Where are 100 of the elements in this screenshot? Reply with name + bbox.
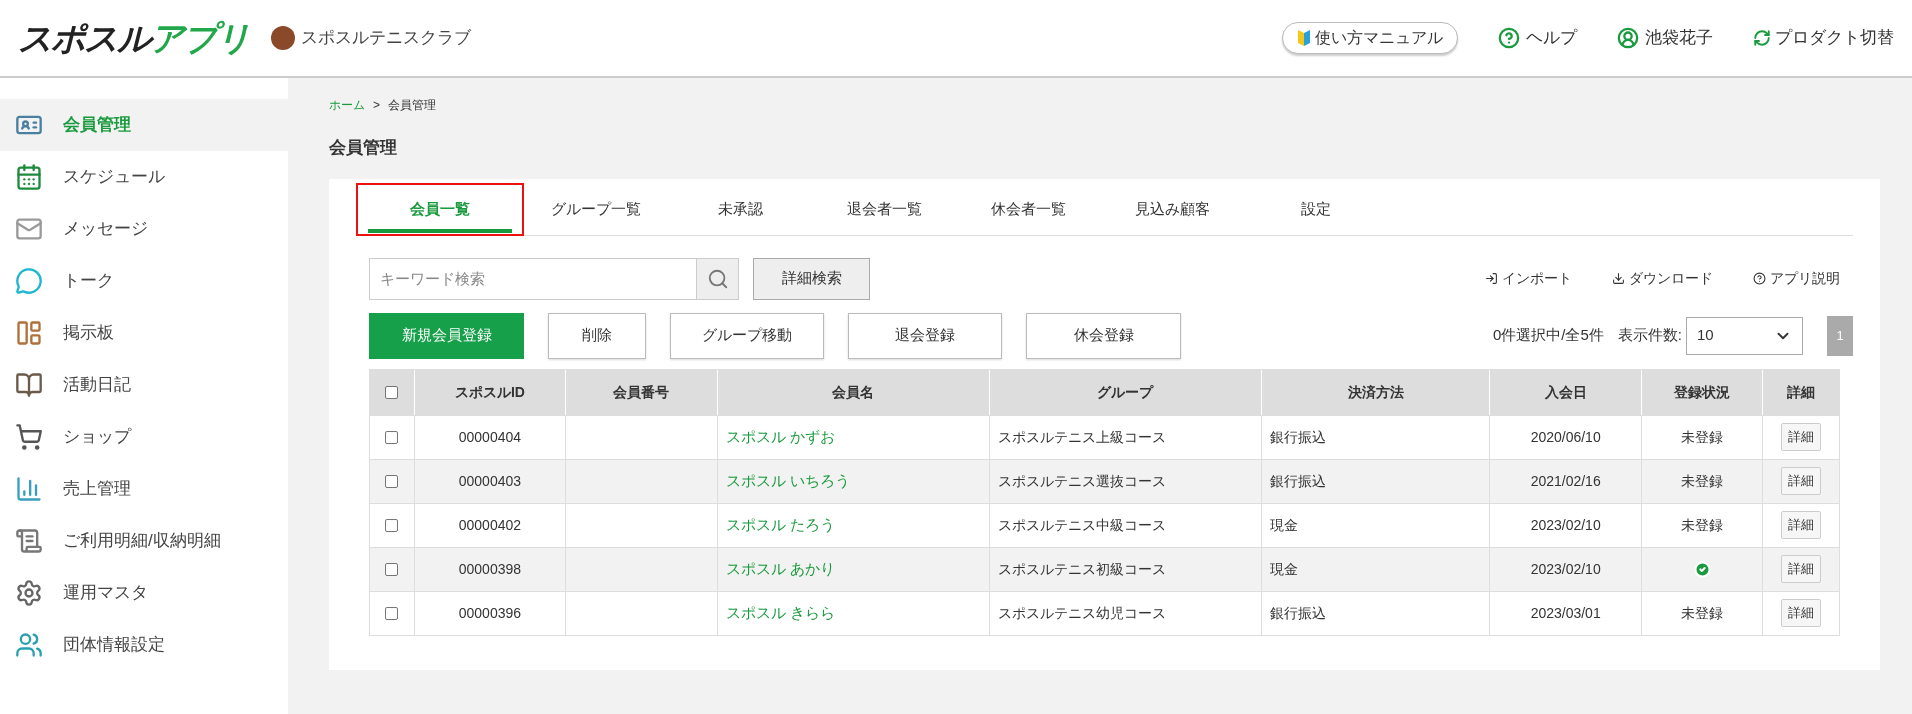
status-text: 未登録	[1681, 515, 1724, 535]
product-switch-link[interactable]: プロダクト切替	[1753, 25, 1894, 51]
table-cell: 銀行振込	[1262, 415, 1491, 459]
checkbox[interactable]	[385, 518, 399, 532]
detail-button[interactable]: 詳細	[1781, 555, 1821, 583]
tab[interactable]: 未承認	[668, 182, 812, 236]
column-header: スポスルID	[414, 369, 566, 415]
table-cell: 00000398	[414, 547, 566, 591]
import-icon	[1485, 272, 1498, 285]
user-icon	[1617, 27, 1639, 49]
chat-bubble-icon	[15, 267, 43, 295]
breadcrumb-current: 会員管理	[388, 97, 436, 114]
sidebar-item[interactable]: ご利用明細/収納明細	[0, 515, 288, 567]
sidebar-item[interactable]: 団体情報設定	[0, 619, 288, 671]
detail-button[interactable]: 詳細	[1781, 511, 1821, 539]
detail-button[interactable]: 詳細	[1781, 599, 1821, 627]
receipt-icon	[15, 527, 43, 555]
advanced-search-button[interactable]: 詳細検索	[753, 257, 870, 300]
page-title: 会員管理	[329, 137, 398, 159]
sidebar-item[interactable]: 活動日記	[0, 359, 288, 411]
column-header: 登録状況	[1642, 369, 1764, 415]
tab[interactable]: 会員一覧	[356, 182, 524, 236]
action-button[interactable]: グループ移動	[670, 312, 824, 359]
table-cell: 2023/02/10	[1490, 503, 1643, 547]
table-cell: 2021/02/16	[1490, 459, 1643, 503]
calendar-icon	[15, 163, 43, 191]
search-icon	[706, 267, 729, 290]
action-button[interactable]: 休会登録	[1026, 312, 1181, 359]
download-icon	[1612, 272, 1625, 285]
sidebar-item[interactable]: 掲示板	[0, 307, 288, 359]
column-header: 会員番号	[565, 369, 718, 415]
search-button[interactable]	[697, 257, 739, 300]
table-cell: 00000396	[414, 591, 566, 635]
column-header: 会員名	[717, 369, 990, 415]
table-cell: 2020/06/10	[1490, 415, 1643, 459]
table-cell: 2023/02/10	[1490, 547, 1643, 591]
checkbox[interactable]	[385, 385, 399, 399]
sidebar-item[interactable]: メッセージ	[0, 203, 288, 255]
tab[interactable]: 見込み顧客	[1100, 182, 1244, 236]
table-cell: 00000403	[414, 459, 566, 503]
help-icon	[1498, 27, 1520, 49]
tab[interactable]: 休会者一覧	[956, 182, 1100, 236]
page-size-select[interactable]: 10	[1686, 316, 1803, 355]
table-cell: 2023/03/01	[1490, 591, 1643, 635]
table-cell: 00000402	[414, 503, 566, 547]
action-button[interactable]: 削除	[548, 312, 646, 359]
table-cell: スポスルテニス幼児コース	[989, 591, 1263, 635]
table-cell: 銀行振込	[1262, 459, 1491, 503]
table-cell: 現金	[1262, 503, 1491, 547]
sidebar-item[interactable]: 売上管理	[0, 463, 288, 515]
bar-chart-icon	[15, 475, 43, 503]
detail-button[interactable]: 詳細	[1781, 423, 1821, 451]
sidebar-item[interactable]: 運用マスタ	[0, 567, 288, 619]
toolbar-link[interactable]: インポート	[1485, 268, 1572, 289]
status-text: 未登録	[1681, 427, 1724, 447]
status-text: 未登録	[1681, 603, 1724, 623]
tab[interactable]: グループ一覧	[524, 182, 668, 236]
sidebar-item[interactable]: トーク	[0, 255, 288, 307]
table-cell: 00000404	[414, 415, 566, 459]
manual-button[interactable]: 使い方マニュアル	[1282, 22, 1458, 54]
page-size-label: 表示件数:	[1617, 325, 1682, 346]
table-cell: スポスルテニス上級コース	[989, 415, 1263, 459]
table-cell: 銀行振込	[1262, 591, 1491, 635]
help-link[interactable]: ヘルプ	[1498, 25, 1577, 51]
member-name-link[interactable]: スポスル かずお	[725, 425, 835, 449]
table-cell: 現金	[1262, 547, 1491, 591]
table-cell: スポスルテニス中級コース	[989, 503, 1263, 547]
checkbox[interactable]	[385, 562, 399, 576]
app-logo[interactable]: スポスルアプリ	[18, 21, 249, 55]
breadcrumb-separator: >	[373, 97, 380, 114]
column-header: 詳細	[1786, 382, 1816, 402]
gear-icon	[15, 579, 43, 607]
member-name-link[interactable]: スポスル たろう	[725, 513, 835, 537]
tab[interactable]: 設定	[1244, 182, 1388, 236]
column-header: 入会日	[1490, 369, 1643, 415]
club-avatar	[271, 26, 295, 50]
detail-button[interactable]: 詳細	[1781, 467, 1821, 495]
sidebar-item[interactable]: ショップ	[0, 411, 288, 463]
help-icon	[1753, 272, 1766, 285]
checkbox[interactable]	[385, 606, 399, 620]
people-icon	[15, 631, 43, 659]
toolbar-link[interactable]: アプリ説明	[1753, 268, 1840, 289]
tab[interactable]: 退会者一覧	[812, 182, 956, 236]
selection-count: 0件選択中/全5件	[1492, 325, 1604, 346]
notebook-icon	[15, 371, 43, 399]
toolbar-link[interactable]: ダウンロード	[1612, 268, 1713, 289]
checkbox[interactable]	[385, 430, 399, 444]
column-header: 決済方法	[1262, 369, 1491, 415]
bulletin-board-icon	[15, 319, 43, 347]
status-text: 未登録	[1681, 471, 1724, 491]
column-header: グループ	[989, 369, 1263, 415]
action-button[interactable]: 退会登録	[848, 312, 1002, 359]
search-field[interactable]: キーワード検索	[369, 257, 697, 300]
user-menu[interactable]: 池袋花子	[1617, 25, 1713, 51]
member-name-link[interactable]: スポスル きらら	[725, 601, 835, 625]
refresh-icon	[1753, 29, 1771, 47]
sidebar-item[interactable]: スケジュール	[0, 151, 288, 203]
cart-icon	[15, 423, 43, 451]
club-name: スポスルテニスクラブ	[301, 27, 471, 50]
checkbox[interactable]	[385, 474, 399, 488]
